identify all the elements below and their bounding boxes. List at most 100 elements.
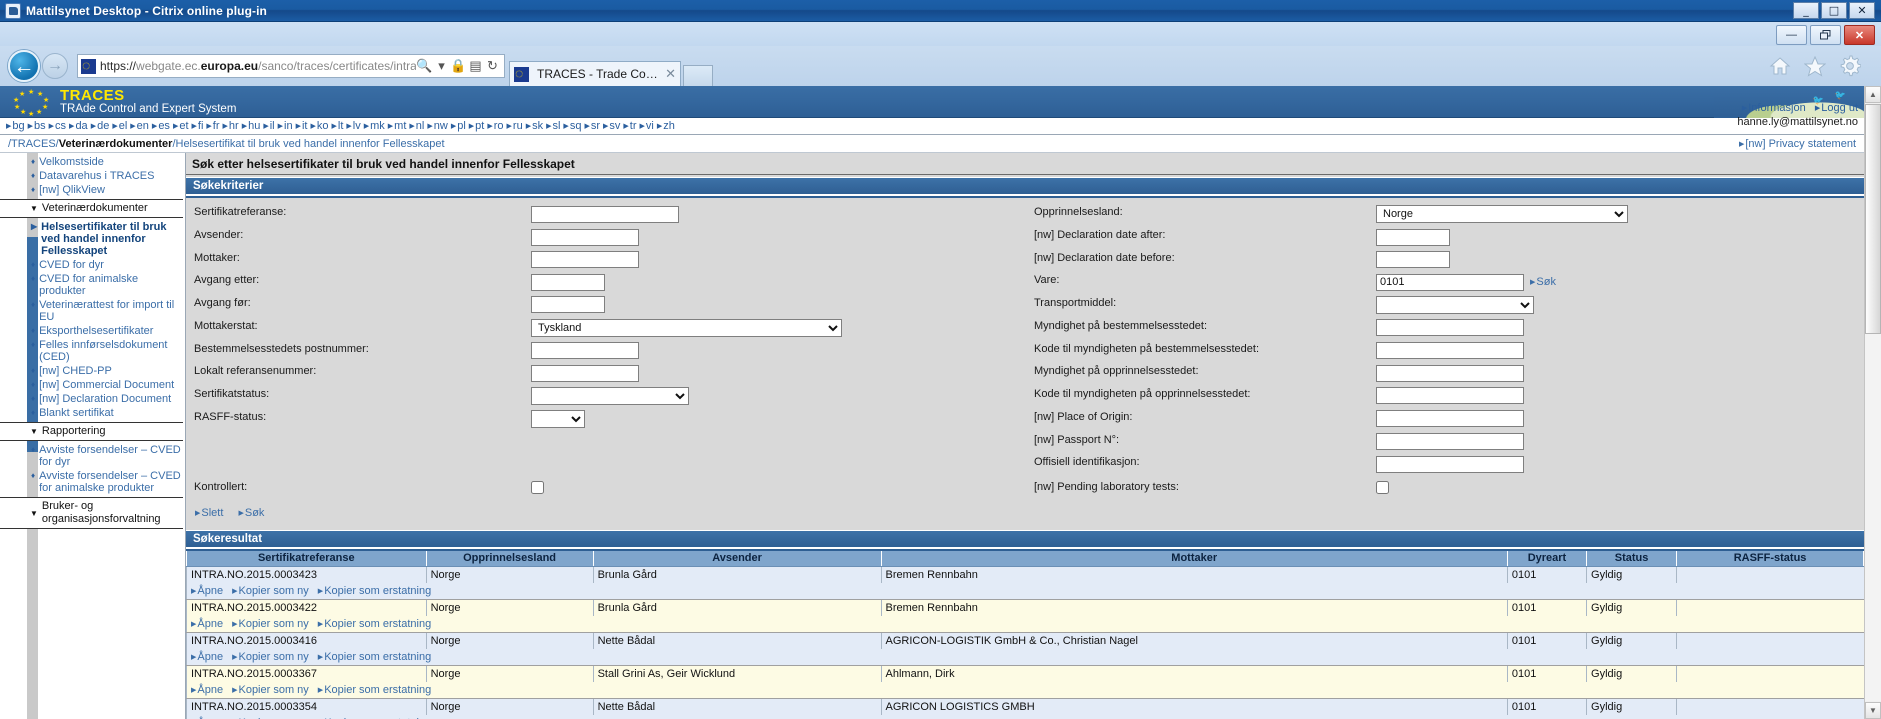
language-link-lv[interactable]: lv (346, 120, 361, 132)
forward-button[interactable]: → (42, 53, 68, 79)
language-link-it[interactable]: it (296, 120, 308, 132)
field-opprinnelsesland-select[interactable]: Norge (1376, 205, 1628, 223)
field-kode-til-myndigheten-p-bestemmelsesstedet-input[interactable] (1376, 342, 1524, 359)
gear-icon[interactable] (1839, 55, 1861, 77)
sidebar-group-bruker-organisasjonsforvaltning[interactable]: ▼ Bruker- og organisasjonsforvaltning (0, 497, 183, 529)
field-place-of-origin-input[interactable] (1376, 410, 1524, 427)
language-link-sk[interactable]: sk (526, 120, 543, 132)
language-link-fi[interactable]: fi (192, 120, 204, 132)
language-link-in[interactable]: in (278, 120, 293, 132)
search-button[interactable]: Søk (238, 507, 265, 519)
sidebar-item-vet-9[interactable]: ♦ Blankt sertifikat (0, 406, 185, 420)
kontrollert-checkbox[interactable] (531, 480, 544, 494)
language-link-tr[interactable]: tr (623, 120, 637, 132)
field-rasff-status-select[interactable] (531, 409, 585, 428)
scroll-down-button[interactable]: ▼ (1865, 702, 1881, 719)
table-row[interactable]: INTRA.NO.2015.0003422 Norge Brunla Gård Bre… (186, 599, 1864, 616)
field-vare-lookup-link[interactable]: Søk (1530, 276, 1556, 288)
column-header-dyreart[interactable]: Dyreart (1506, 548, 1588, 567)
language-link-sl[interactable]: sl (546, 120, 560, 132)
language-link-lt[interactable]: lt (331, 120, 344, 132)
row-action-open[interactable]: Åpne (191, 585, 223, 597)
new-tab-button[interactable] (683, 65, 713, 86)
scroll-up-button[interactable]: ▲ (1865, 86, 1881, 103)
tab-traces[interactable]: TRACES - Trade Control an... ✕ (509, 61, 681, 86)
language-link-sr[interactable]: sr (584, 120, 600, 132)
citrix-maximize-button[interactable]: □ (1821, 2, 1847, 19)
language-link-en[interactable]: en (130, 120, 149, 132)
ie-close-button[interactable]: ✕ (1844, 25, 1875, 45)
row-action-copy-as-replacement[interactable]: Kopier som erstatning (318, 684, 431, 696)
star-icon[interactable] (1804, 55, 1826, 77)
column-header-status[interactable]: Status (1586, 548, 1678, 567)
table-row[interactable]: INTRA.NO.2015.0003367 Norge Stall Grini As… (186, 665, 1864, 682)
citrix-minimize-button[interactable]: _ (1793, 2, 1819, 19)
language-link-vi[interactable]: vi (640, 120, 654, 132)
language-link-ro[interactable]: ro (487, 120, 504, 132)
breadcrumb-section[interactable]: Veterinærdokumenter (59, 138, 173, 150)
row-action-copy-as-replacement[interactable]: Kopier som erstatning (318, 585, 431, 597)
language-link-pl[interactable]: pl (451, 120, 466, 132)
field-offisiell-identifikasjon-input[interactable] (1376, 455, 1524, 473)
language-link-ko[interactable]: ko (310, 120, 329, 132)
language-link-il[interactable]: il (263, 120, 275, 132)
language-link-mk[interactable]: mk (364, 120, 385, 132)
info-link[interactable]: Informasjon (1742, 102, 1805, 114)
sidebar-item-vet-2[interactable]: ♦ CVED for animalske produkter (0, 272, 185, 298)
sidebar-item-report-1[interactable]: ♦ Avviste forsendelser – CVED for animals… (0, 469, 185, 495)
chevron-down-icon[interactable]: ▾ (433, 58, 450, 74)
sidebar-item-top-2[interactable]: ♦ [nw] QlikView (0, 183, 185, 197)
row-action-open[interactable]: Åpne (191, 618, 223, 630)
language-link-mt[interactable]: mt (388, 120, 406, 132)
row-action-open[interactable]: Åpne (191, 684, 223, 696)
citrix-close-button[interactable]: ✕ (1849, 2, 1875, 19)
row-action-copy-as-new[interactable]: Kopier som ny (232, 618, 308, 630)
sidebar-item-vet-3[interactable]: ♦ Veterinærattest for import til EU (0, 298, 185, 324)
field-sertifikatstatus-select[interactable] (531, 386, 689, 405)
language-link-et[interactable]: et (173, 120, 188, 132)
language-link-da[interactable]: da (69, 120, 87, 132)
sidebar-group-rapportering[interactable]: ▼ Rapportering (0, 422, 183, 441)
field-declaration-date-before-input[interactable] (1376, 251, 1450, 268)
row-action-copy-as-new[interactable]: Kopier som ny (232, 651, 308, 663)
sidebar-item-vet-5[interactable]: ♦ Felles innførselsdokument (CED) (0, 338, 185, 364)
column-header-rasff-status[interactable]: RASFF-status (1676, 548, 1864, 567)
field-mottakerstat-select[interactable]: Tyskland (531, 318, 842, 337)
row-action-copy-as-replacement[interactable]: Kopier som erstatning (318, 618, 431, 630)
home-icon[interactable] (1769, 56, 1791, 76)
row-action-copy-as-new[interactable]: Kopier som ny (232, 585, 308, 597)
language-link-sq[interactable]: sq (563, 120, 582, 132)
sidebar-item-vet-0[interactable]: ▶ Helsesertifikater til bruk ved handel i… (0, 220, 185, 258)
address-bar[interactable]: https://webgate.ec.europa.eu/sanco/trace… (77, 54, 505, 78)
table-row[interactable]: INTRA.NO.2015.0003416 Norge Nette Bådal AGR… (186, 632, 1864, 649)
table-row[interactable]: INTRA.NO.2015.0003423 Norge Brunla Gård Bre… (186, 566, 1864, 583)
page-vertical-scrollbar[interactable]: ▲ ▼ (1864, 86, 1881, 719)
field-lokalt-referansenummer-input[interactable] (531, 364, 639, 382)
sidebar-item-vet-6[interactable]: ♦ [nw] CHED-PP (0, 364, 185, 378)
sidebar-item-vet-7[interactable]: ♦ [nw] Commercial Document (0, 378, 185, 392)
language-link-ru[interactable]: ru (507, 120, 523, 132)
language-link-es[interactable]: es (152, 120, 170, 132)
tab-close-icon[interactable]: ✕ (665, 66, 676, 82)
sidebar-group-veterinaerdokumenter[interactable]: ▼ Veterinærdokumenter (0, 199, 183, 218)
ie-restore-button[interactable] (1810, 25, 1841, 45)
row-action-copy-as-new[interactable]: Kopier som ny (232, 684, 308, 696)
language-link-bg[interactable]: bg (6, 120, 24, 132)
field-sertifikatreferanse-input[interactable] (531, 205, 679, 223)
language-link-pt[interactable]: pt (469, 120, 484, 132)
language-link-zh[interactable]: zh (657, 120, 675, 132)
field-transportmiddel-select[interactable] (1376, 295, 1534, 314)
clear-button[interactable]: Slett (195, 507, 223, 519)
field-avsender-input[interactable] (531, 228, 639, 246)
language-link-bs[interactable]: bs (28, 120, 46, 132)
compatibility-view-icon[interactable]: ▤ (467, 58, 484, 74)
field-avgang-f-r-input[interactable] (531, 296, 605, 313)
column-header-opprinnelsesland[interactable]: Opprinnelsesland (425, 548, 594, 567)
column-header-sertifikatreferanse[interactable]: Sertifikatreferanse (186, 548, 427, 567)
column-header-avsender[interactable]: Avsender (592, 548, 882, 567)
row-action-open[interactable]: Åpne (191, 651, 223, 663)
sidebar-item-top-1[interactable]: ♦ Datavarehus i TRACES (0, 169, 185, 183)
pending-lab-tests-checkbox[interactable] (1376, 480, 1389, 494)
language-link-sv[interactable]: sv (603, 120, 620, 132)
field-myndighet-p-opprinnelsesstedet-input[interactable] (1376, 364, 1524, 382)
